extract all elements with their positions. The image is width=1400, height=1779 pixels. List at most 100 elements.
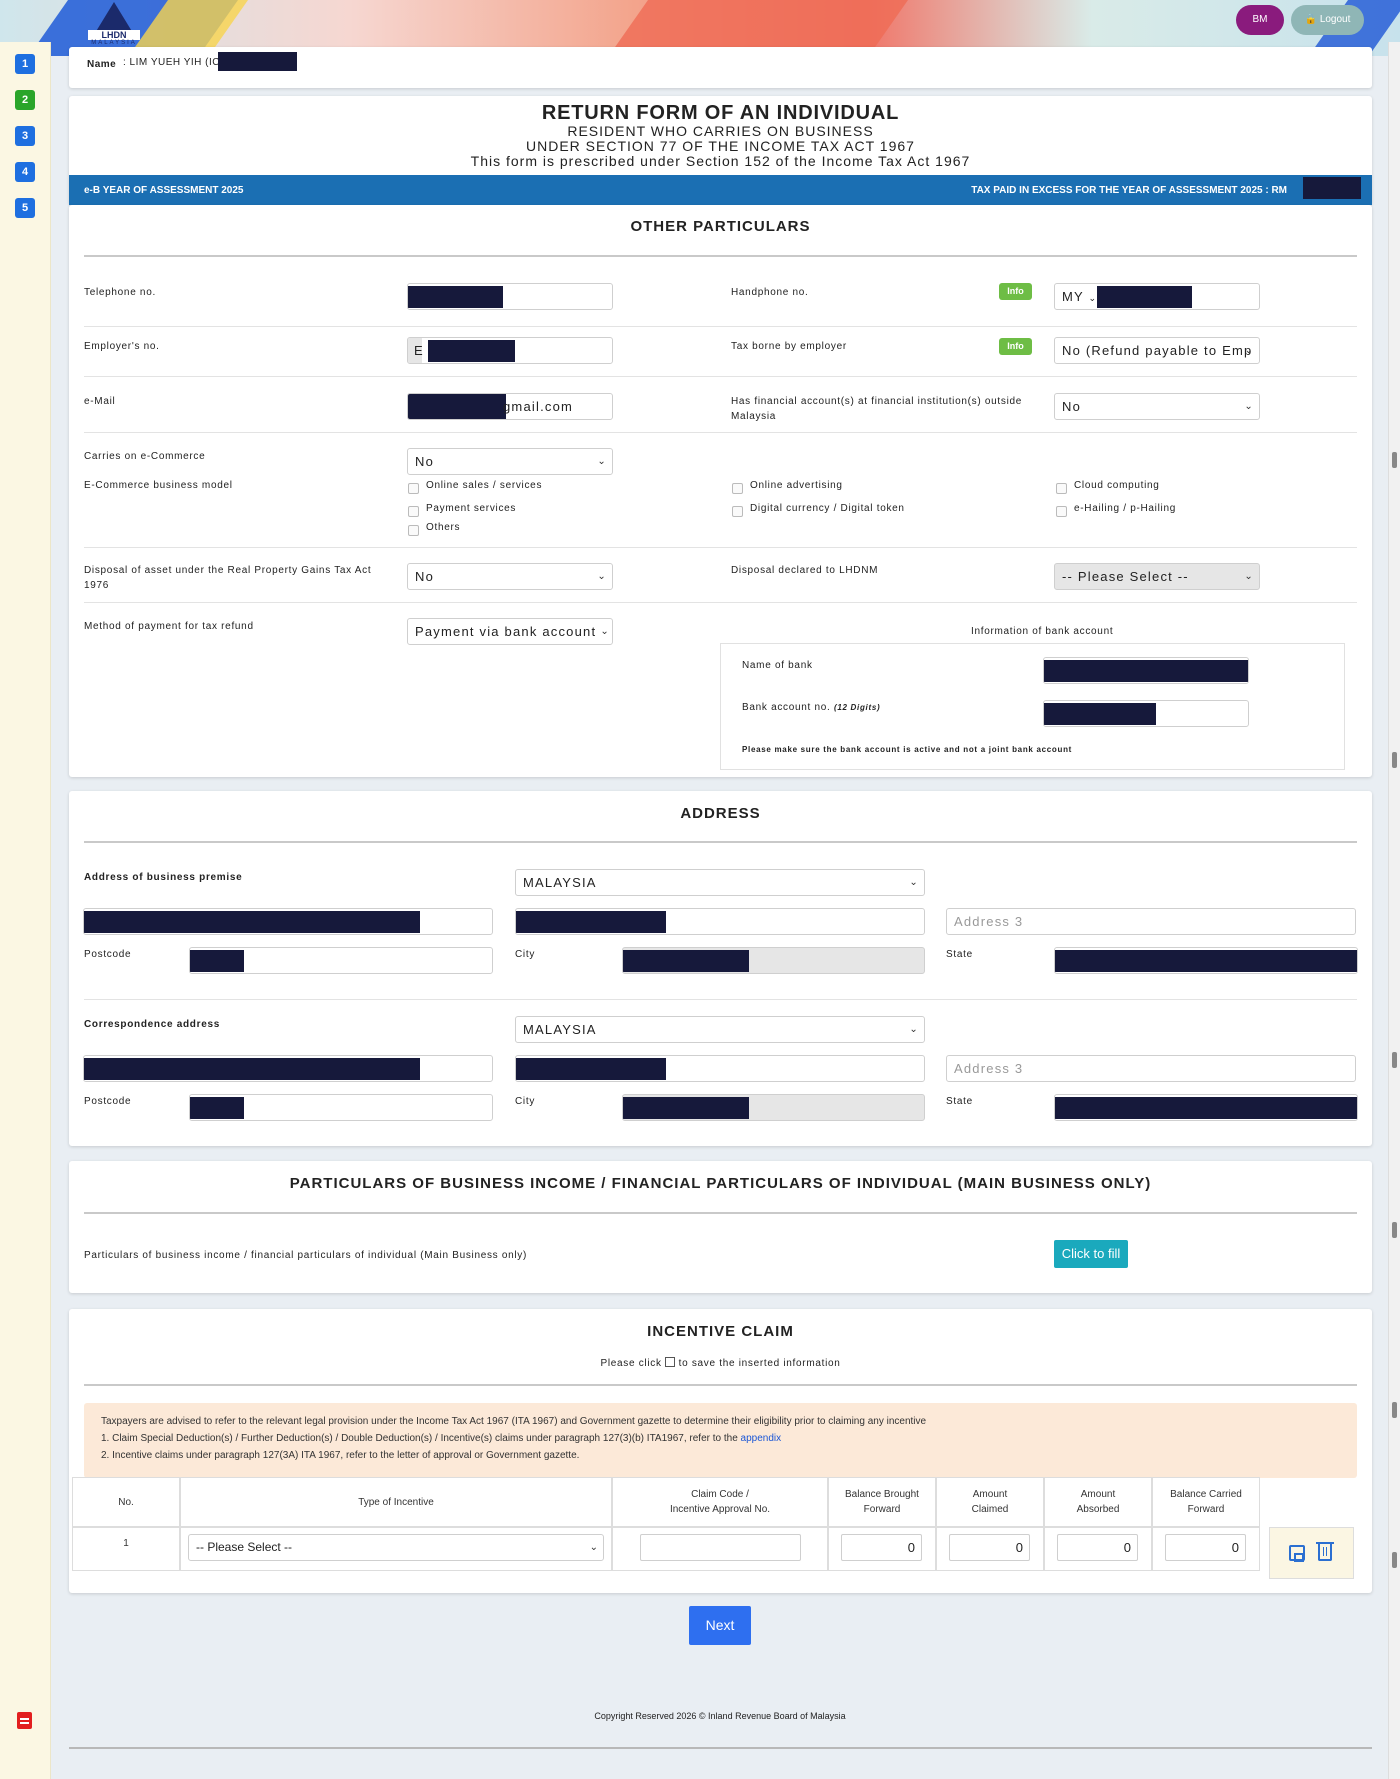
- redacted-block: [623, 950, 749, 972]
- business-address-2-input[interactable]: [515, 908, 925, 935]
- online-advertising-checkbox[interactable]: [732, 483, 743, 494]
- incentive-type-select[interactable]: -- Please Select -- ⌄: [188, 1534, 604, 1561]
- save-hint: Please click to save the inserted inform…: [69, 1357, 1372, 1369]
- employer-prefix: E: [408, 338, 423, 363]
- row-number: 1: [72, 1527, 180, 1571]
- refund-method-value: Payment via bank account: [415, 624, 597, 639]
- step-sidebar: 1 2 3 4 5: [0, 42, 51, 1779]
- name-label: Name: [87, 59, 117, 70]
- tax-borne-select[interactable]: No (Refund payable to Emp ⌄: [1054, 337, 1260, 364]
- correspondence-postcode-label: Postcode: [84, 1096, 132, 1107]
- other-particulars-card: OTHER PARTICULARS Telephone no. Handphon…: [69, 205, 1372, 777]
- correspondence-country-select[interactable]: MALAYSIA ⌄: [515, 1016, 925, 1043]
- form-subtitle-1: RESIDENT WHO CARRIES ON BUSINESS: [567, 123, 874, 139]
- correspondence-address-1-input[interactable]: [83, 1055, 493, 1082]
- correspondence-postcode-input[interactable]: [189, 1094, 493, 1121]
- business-postcode-input[interactable]: [189, 947, 493, 974]
- cloud-computing-checkbox[interactable]: [1056, 483, 1067, 494]
- appendix-link[interactable]: appendix: [741, 1433, 782, 1444]
- other-particulars-title: OTHER PARTICULARS: [630, 218, 811, 235]
- amount-absorbed-input[interactable]: 0: [1057, 1534, 1138, 1561]
- bcf-line-2: Forward: [1187, 1504, 1225, 1515]
- disposal-declared-select[interactable]: -- Please Select -- ⌄: [1054, 563, 1260, 590]
- chevron-down-icon: ⌄: [1244, 345, 1254, 356]
- business-address-3-input[interactable]: Address 3: [946, 908, 1356, 935]
- correspondence-address-3-input[interactable]: Address 3: [946, 1055, 1356, 1082]
- ecommerce-select[interactable]: No ⌄: [407, 448, 613, 475]
- e-hailing-checkbox[interactable]: [1056, 506, 1067, 517]
- refund-method-select[interactable]: Payment via bank account ⌄: [407, 618, 613, 645]
- chevron-down-icon: ⌄: [1244, 571, 1254, 582]
- step-2-button[interactable]: 2: [15, 90, 35, 110]
- correspondence-state-select[interactable]: [1054, 1094, 1358, 1121]
- tax-borne-info-badge[interactable]: Info: [999, 338, 1032, 355]
- country-code-select[interactable]: MY: [1062, 289, 1084, 304]
- business-city-select[interactable]: [622, 947, 925, 974]
- claim-code-input[interactable]: [640, 1534, 801, 1561]
- taxpayer-name-card: Name : LIM YUEH YIH (IC: [69, 47, 1372, 88]
- handphone-input[interactable]: MY ⌄: [1054, 283, 1260, 310]
- redacted-block: [428, 340, 515, 362]
- handphone-info-badge[interactable]: Info: [999, 283, 1032, 300]
- redacted-block: [1055, 950, 1357, 972]
- payment-services-checkbox[interactable]: [408, 506, 419, 517]
- scrollbar[interactable]: [1388, 42, 1400, 1779]
- bank-name-select[interactable]: [1043, 657, 1249, 684]
- rpgt-select[interactable]: No ⌄: [407, 563, 613, 590]
- balance-carried-forward-input[interactable]: 0: [1165, 1534, 1246, 1561]
- logo-text: LHDN: [88, 30, 140, 40]
- col-header-amount-absorbed: Amount Absorbed: [1044, 1477, 1152, 1527]
- click-to-fill-button[interactable]: Click to fill: [1054, 1240, 1128, 1268]
- tax-borne-label: Tax borne by employer: [731, 341, 847, 352]
- foreign-account-select[interactable]: No ⌄: [1054, 393, 1260, 420]
- incentive-title: INCENTIVE CLAIM: [647, 1323, 794, 1340]
- claimed-line-1: Amount: [972, 1489, 1008, 1500]
- correspondence-city-select[interactable]: [622, 1094, 925, 1121]
- disposal-declared-value: -- Please Select --: [1062, 569, 1189, 584]
- trash-icon[interactable]: [1316, 1542, 1334, 1561]
- telephone-input[interactable]: [407, 283, 613, 310]
- email-input[interactable]: gmail.com: [407, 393, 613, 420]
- step-1-button[interactable]: 1: [15, 54, 35, 74]
- online-sales-checkbox[interactable]: [408, 483, 419, 494]
- lhdn-logo[interactable]: LHDN MALAYSIA: [84, 2, 144, 46]
- form-title: RETURN FORM OF AN INDIVIDUAL: [541, 102, 900, 124]
- language-button[interactable]: BM: [1236, 5, 1284, 35]
- tax-borne-value: No (Refund payable to Emp: [1062, 343, 1253, 358]
- save-hint-post: to save the inserted information: [678, 1358, 841, 1369]
- step-5-button[interactable]: 5: [15, 198, 35, 218]
- ecommerce-value: No: [415, 454, 435, 469]
- chevron-down-icon: ⌄: [909, 1024, 919, 1035]
- business-state-select[interactable]: [1054, 947, 1358, 974]
- bank-account-label: Bank account no. (12 Digits): [742, 700, 880, 715]
- digital-currency-checkbox[interactable]: [732, 506, 743, 517]
- row-divider: [84, 432, 1357, 433]
- amount-claimed-input[interactable]: 0: [949, 1534, 1030, 1561]
- business-address-1-input[interactable]: [83, 908, 493, 935]
- redacted-block: [218, 52, 297, 71]
- section-divider: [84, 1384, 1357, 1386]
- chevron-down-icon: ⌄: [1244, 401, 1254, 412]
- balance-brought-forward-input[interactable]: 0: [841, 1534, 922, 1561]
- others-checkbox[interactable]: [408, 525, 419, 536]
- logout-button[interactable]: 🔒 Logout: [1291, 5, 1364, 35]
- step-4-button[interactable]: 4: [15, 162, 35, 182]
- employer-no-input[interactable]: E: [407, 337, 613, 364]
- correspondence-state-label: State: [946, 1096, 973, 1107]
- online-sales-label: Online sales / services: [426, 480, 543, 491]
- correspondence-address-2-input[interactable]: [515, 1055, 925, 1082]
- scroll-marker: [1392, 752, 1397, 768]
- section-divider: [84, 1212, 1357, 1214]
- save-icon[interactable]: [1289, 1545, 1305, 1562]
- next-button[interactable]: Next: [689, 1606, 751, 1645]
- business-country-select[interactable]: MALAYSIA ⌄: [515, 869, 925, 896]
- row-actions: [1269, 1527, 1354, 1579]
- step-3-button[interactable]: 3: [15, 126, 35, 146]
- redacted-block: [1303, 177, 1361, 199]
- redacted-block: [190, 1097, 244, 1119]
- section-divider: [84, 255, 1357, 257]
- bank-account-input[interactable]: [1043, 700, 1249, 727]
- refund-method-label: Method of payment for tax refund: [84, 621, 254, 632]
- redacted-block: [623, 1097, 749, 1119]
- incentive-claim-card: INCENTIVE CLAIM Please click to save the…: [69, 1309, 1372, 1593]
